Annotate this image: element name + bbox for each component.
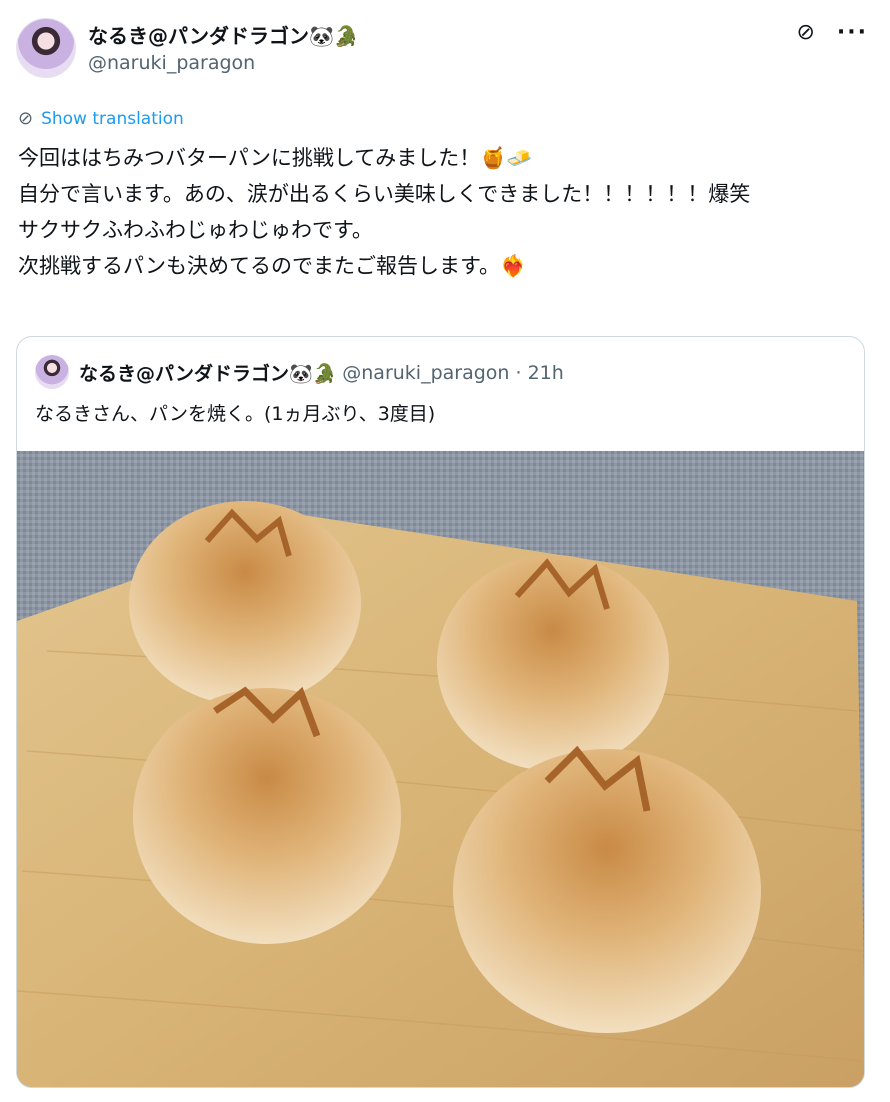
show-translation-link[interactable]: ⊘ Show translation: [18, 108, 184, 129]
quote-avatar[interactable]: [35, 355, 69, 389]
show-translation-label: Show translation: [41, 108, 184, 129]
author-name-row[interactable]: なるき@パンダドラゴン🐼🐊: [88, 20, 359, 49]
quote-time[interactable]: · 21h: [515, 362, 563, 384]
bread-photo[interactable]: [17, 451, 865, 1088]
tweet-text: 今回ははちみつバターパンに挑戦してみました！🍯🧈 自分で言います。あの、涙が出る…: [18, 146, 751, 278]
quote-handle[interactable]: @naruki_paragon: [342, 362, 509, 384]
bun-bottom-left: [133, 686, 401, 944]
display-name[interactable]: なるき@パンダドラゴン🐼🐊: [88, 20, 359, 49]
quote-display-name[interactable]: なるき@パンダドラゴン🐼🐊: [79, 359, 336, 386]
quote-text: なるきさん、パンを焼く。(1ヵ月ぶり、3度目): [35, 403, 436, 425]
bun-top-right: [437, 555, 669, 771]
grok-icon[interactable]: ⊘: [796, 20, 814, 45]
author-handle[interactable]: @naruki_paragon: [88, 52, 255, 74]
bun-top-left: [129, 501, 361, 705]
bun-bottom-right: [453, 745, 761, 1033]
avatar[interactable]: [16, 18, 76, 78]
quote-tweet[interactable]: なるき@パンダドラゴン🐼🐊 @naruki_paragon · 21h なるきさ…: [16, 336, 865, 1088]
more-icon[interactable]: ···: [837, 20, 868, 45]
quote-author-row[interactable]: なるき@パンダドラゴン🐼🐊 @naruki_paragon · 21h: [79, 359, 564, 386]
globe-icon: ⊘: [18, 108, 34, 129]
top-actions: ⊘ ···: [796, 20, 868, 45]
